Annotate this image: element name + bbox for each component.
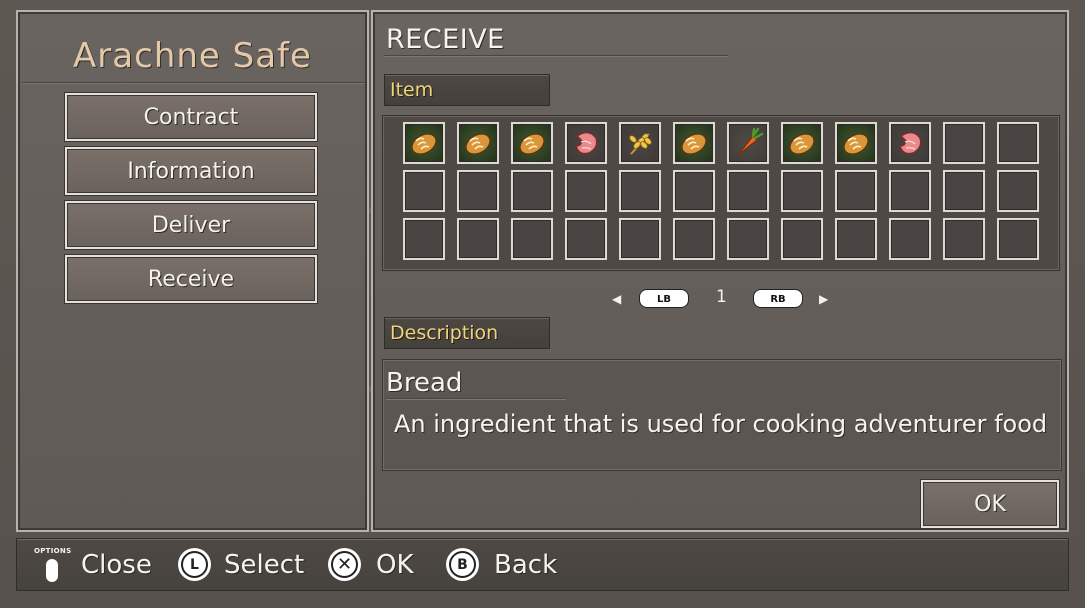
inventory-slot-empty[interactable] bbox=[943, 122, 985, 164]
information-button[interactable]: Information bbox=[65, 147, 317, 195]
inventory-slot-empty[interactable] bbox=[619, 170, 661, 212]
inventory-slot-empty[interactable] bbox=[943, 170, 985, 212]
cross-glyph: ✕ bbox=[331, 551, 358, 578]
inventory-slot-empty[interactable] bbox=[835, 170, 877, 212]
inventory-slot-empty[interactable] bbox=[781, 170, 823, 212]
inventory-slot-empty[interactable] bbox=[781, 218, 823, 260]
deliver-button[interactable]: Deliver bbox=[65, 201, 317, 249]
receive-button-label: Receive bbox=[147, 266, 235, 292]
panel-heading: RECEIVE bbox=[386, 24, 505, 55]
inventory-slot-empty[interactable] bbox=[835, 218, 877, 260]
inventory-slot-bread[interactable] bbox=[457, 122, 499, 164]
item-description: An ingredient that is used for cooking a… bbox=[394, 410, 1048, 438]
b-glyph: B bbox=[449, 551, 476, 578]
inventory-slot-empty[interactable] bbox=[889, 218, 931, 260]
ok-button-label: OK bbox=[974, 491, 1006, 517]
inventory-slot-empty[interactable] bbox=[997, 218, 1039, 260]
page-number: 1 bbox=[716, 287, 727, 307]
inventory-slot-bread[interactable] bbox=[835, 122, 877, 164]
next-page-button[interactable]: RB bbox=[753, 289, 803, 308]
receive-panel: RECEIVE Item ◀ LB 1 RB ▶ Description Bre… bbox=[371, 10, 1069, 532]
bread-icon bbox=[785, 126, 819, 160]
inventory-slot-empty[interactable] bbox=[727, 218, 769, 260]
cross-button-icon: ✕ bbox=[328, 548, 361, 581]
ok-hint[interactable]: OK bbox=[376, 550, 414, 580]
item-name: Bread bbox=[386, 368, 463, 398]
receive-button[interactable]: Receive bbox=[65, 255, 317, 303]
information-button-label: Information bbox=[127, 158, 255, 184]
back-hint[interactable]: Back bbox=[494, 550, 557, 580]
bread-icon bbox=[677, 126, 711, 160]
inventory-slot-bread[interactable] bbox=[673, 122, 715, 164]
inventory-slot-empty[interactable] bbox=[511, 218, 553, 260]
prev-page-arrow-icon[interactable]: ◀ bbox=[612, 292, 621, 306]
inventory-slot-bread[interactable] bbox=[781, 122, 823, 164]
bread-icon bbox=[515, 126, 549, 160]
contract-button[interactable]: Contract bbox=[65, 93, 317, 141]
button-hint-bar: OPTIONS Close L Select ✕ OK B Back bbox=[16, 538, 1069, 591]
inventory-slot-empty[interactable] bbox=[457, 218, 499, 260]
heading-divider bbox=[384, 55, 728, 57]
l-stick-glyph: L bbox=[181, 551, 208, 578]
inventory-slot-wheat[interactable] bbox=[619, 122, 661, 164]
inventory-slot-empty[interactable] bbox=[457, 170, 499, 212]
inventory-slot-empty[interactable] bbox=[673, 170, 715, 212]
item-section-label: Item bbox=[384, 74, 550, 106]
b-button-icon: B bbox=[446, 548, 479, 581]
inventory-slot-empty[interactable] bbox=[565, 218, 607, 260]
inventory-slot-meat[interactable] bbox=[565, 122, 607, 164]
inventory-slot-empty[interactable] bbox=[997, 122, 1039, 164]
close-hint[interactable]: Close bbox=[81, 550, 152, 580]
l-stick-icon: L bbox=[178, 548, 211, 581]
item-name-divider bbox=[386, 398, 566, 400]
inventory-slot-bread[interactable] bbox=[403, 122, 445, 164]
bread-icon bbox=[839, 126, 873, 160]
prev-page-button[interactable]: LB bbox=[639, 289, 689, 308]
safe-title: Arachne Safe bbox=[73, 36, 312, 76]
inventory-slot-empty[interactable] bbox=[403, 170, 445, 212]
safe-menu-panel: Arachne Safe Contract Information Delive… bbox=[16, 10, 369, 532]
description-section-label: Description bbox=[384, 317, 550, 349]
meat-icon bbox=[569, 126, 603, 160]
inventory-grid bbox=[382, 115, 1060, 271]
title-divider bbox=[22, 82, 365, 84]
carrot-icon bbox=[731, 126, 765, 160]
inventory-slot-empty[interactable] bbox=[619, 218, 661, 260]
inventory-slot-empty[interactable] bbox=[889, 170, 931, 212]
inventory-slot-empty[interactable] bbox=[511, 170, 553, 212]
bread-icon bbox=[407, 126, 441, 160]
inventory-slot-empty[interactable] bbox=[727, 170, 769, 212]
inventory-slot-bread[interactable] bbox=[511, 122, 553, 164]
options-button-label: OPTIONS bbox=[34, 547, 72, 555]
inventory-slot-empty[interactable] bbox=[943, 218, 985, 260]
meat-icon bbox=[893, 126, 927, 160]
next-page-arrow-icon[interactable]: ▶ bbox=[819, 292, 828, 306]
inventory-slot-empty[interactable] bbox=[673, 218, 715, 260]
inventory-slot-empty[interactable] bbox=[565, 170, 607, 212]
options-button-icon bbox=[46, 559, 58, 582]
inventory-slot-carrot[interactable] bbox=[727, 122, 769, 164]
inventory-slot-meat[interactable] bbox=[889, 122, 931, 164]
bread-icon bbox=[461, 126, 495, 160]
deliver-button-label: Deliver bbox=[151, 212, 231, 238]
wheat-icon bbox=[623, 126, 657, 160]
ok-button[interactable]: OK bbox=[921, 480, 1059, 528]
contract-button-label: Contract bbox=[143, 104, 239, 130]
select-hint[interactable]: Select bbox=[224, 550, 304, 580]
inventory-slot-empty[interactable] bbox=[403, 218, 445, 260]
description-box: Bread An ingredient that is used for coo… bbox=[382, 359, 1062, 471]
inventory-slot-empty[interactable] bbox=[997, 170, 1039, 212]
